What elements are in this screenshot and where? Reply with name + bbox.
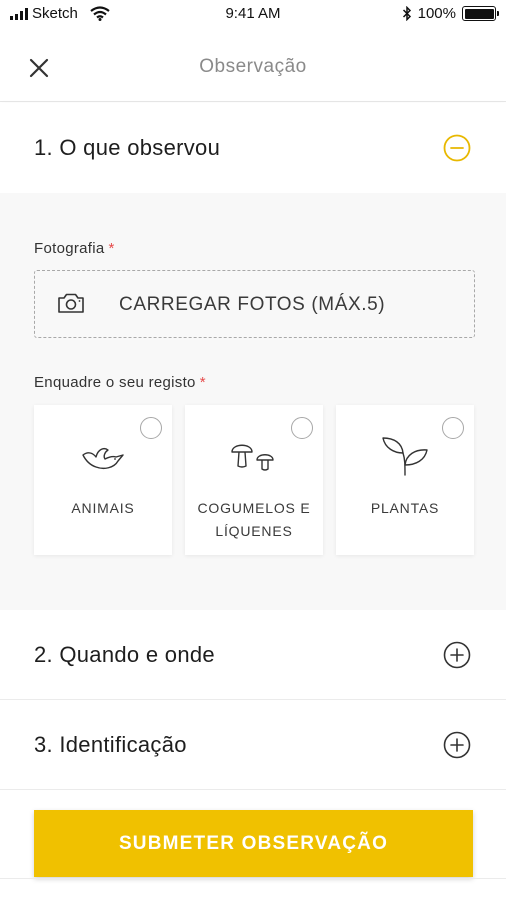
camera-icon <box>58 293 84 313</box>
option-card-animais[interactable]: ANIMAIS <box>34 405 172 555</box>
upload-label: CARREGAR FOTOS (MÁX.5) <box>119 294 386 315</box>
battery-fill <box>464 8 494 19</box>
section-header-what[interactable]: 1. O que observou <box>0 103 506 193</box>
frame-field-label: Enquadre o seu registo * <box>34 374 206 391</box>
photo-label-text: Fotografia <box>34 240 105 257</box>
section-title: 2. Quando e onde <box>34 642 215 667</box>
required-mark: * <box>199 374 206 391</box>
radio-button[interactable] <box>291 417 313 439</box>
submit-observation-button[interactable]: SUBMETER OBSERVAÇÃO <box>34 810 473 877</box>
section-body-what: Fotografia * CARREGAR FOTOS (MÁX.5) Enqua… <box>0 193 506 610</box>
plus-circle-icon[interactable] <box>442 730 472 760</box>
radio-button[interactable] <box>140 417 162 439</box>
bird-icon <box>82 448 124 470</box>
option-label: ANIMAIS <box>71 500 135 516</box>
battery-icon <box>462 6 499 21</box>
section-title: 3. Identificação <box>34 732 187 757</box>
section-title: 1. O que observou <box>34 135 221 160</box>
status-bar: Sketch 9:41 AM 100% <box>0 0 506 30</box>
frame-label-text: Enquadre o seu registo <box>34 374 196 391</box>
page-title: Observação <box>199 56 307 77</box>
divider <box>0 878 506 879</box>
section-header-when-where[interactable]: 2. Quando e onde <box>0 610 506 700</box>
option-label: COGUMELOS E LÍQUENES <box>197 500 311 539</box>
option-label: PLANTAS <box>370 500 440 516</box>
option-card-cogumelos[interactable]: COGUMELOS E LÍQUENES <box>185 405 323 555</box>
photo-field-label: Fotografia * <box>34 240 115 257</box>
upload-photos-button[interactable]: CARREGAR FOTOS (MÁX.5) <box>34 270 475 338</box>
sprout-icon <box>382 437 428 476</box>
battery-percent: 100% <box>417 5 456 22</box>
section-header-identification[interactable]: 3. Identificação <box>0 700 506 790</box>
required-mark: * <box>108 240 115 257</box>
bluetooth-icon <box>402 6 411 21</box>
status-right: 100% <box>402 5 499 22</box>
mushroom-icon <box>231 444 274 471</box>
nav-bar: Observação <box>0 30 506 102</box>
radio-button[interactable] <box>442 417 464 439</box>
minus-circle-icon[interactable] <box>442 133 472 163</box>
option-card-plantas[interactable]: PLANTAS <box>336 405 474 555</box>
plus-circle-icon[interactable] <box>442 640 472 670</box>
